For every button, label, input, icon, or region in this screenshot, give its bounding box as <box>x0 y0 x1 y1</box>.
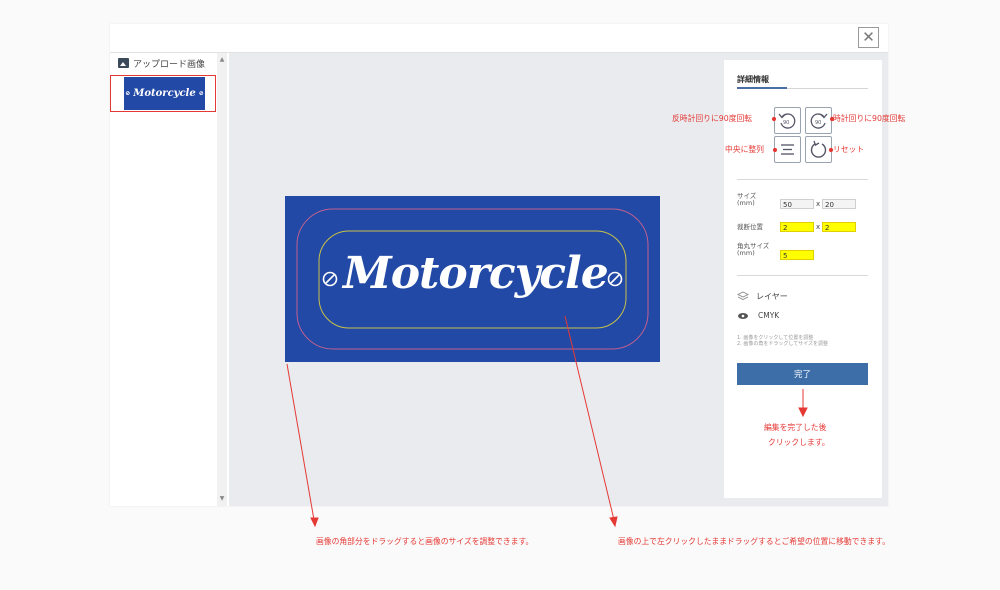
cmyk-row[interactable]: CMYK <box>737 311 779 320</box>
annotation-rotate-ccw: 反時計回りに90度回転 <box>672 114 753 123</box>
annotation-center: 中央に整列 <box>725 145 764 154</box>
close-icon: ✕ <box>862 28 875 46</box>
hint-line-2: 2. 画像の角をドラッグしてサイズを調整 <box>737 341 829 347</box>
name-plate-image[interactable]: Motorcycle <box>285 196 660 362</box>
size-height-input[interactable]: 20 <box>822 199 856 209</box>
upload-header-label: アップロード画像 <box>133 59 206 70</box>
crop-y-input[interactable]: 2 <box>822 222 856 232</box>
corner-radius-label: 角丸サイズ (mm) <box>737 242 770 257</box>
reset-icon <box>810 140 827 158</box>
upload-header: アップロード画像 <box>118 56 205 70</box>
size-label: サイズ (mm) <box>737 192 757 207</box>
thumbnail-text: Motorcycle <box>133 88 196 99</box>
cmyk-label: CMYK <box>758 311 780 320</box>
uploaded-image-thumbnail[interactable]: ⊘ Motorcycle ⊘ <box>124 77 205 110</box>
crop-x-input[interactable]: 2 <box>780 222 814 232</box>
eye-icon <box>738 312 748 319</box>
details-title-underline <box>737 87 787 89</box>
left-screw-icon <box>322 271 338 287</box>
section-divider-1 <box>737 179 868 180</box>
size-width-input[interactable]: 50 <box>780 199 814 209</box>
details-title: 詳細情報 <box>737 75 769 84</box>
upload-scrollbar[interactable] <box>217 53 227 506</box>
annotation-reset: リセット <box>833 145 865 154</box>
done-button[interactable]: 完了 <box>737 363 868 385</box>
scroll-up-arrow-icon[interactable]: ▲ <box>218 56 226 64</box>
crop-separator: x <box>816 223 821 231</box>
layer-label: レイヤー <box>756 292 788 301</box>
right-screw-icon <box>607 271 623 287</box>
done-button-label: 完了 <box>793 370 811 380</box>
center-align-icon <box>781 144 794 155</box>
rotate-ccw-button[interactable]: 90 <box>774 107 801 134</box>
corner-radius-input[interactable]: 5 <box>780 250 814 260</box>
layers-icon <box>737 291 749 301</box>
image-icon <box>118 58 129 68</box>
center-align-button[interactable] <box>774 136 801 163</box>
usage-hint: 1. 画像をクリックして位置を調整 2. 画像の角をドラッグしてサイズを調整 <box>737 335 877 347</box>
scroll-down-arrow-icon[interactable]: ▼ <box>218 495 226 503</box>
annotation-done-note-2: クリックします。 <box>768 438 830 447</box>
plate-text: Motorcycle <box>343 248 609 299</box>
annotation-rotate-cw: 時計回りに90度回転 <box>833 114 906 123</box>
upload-panel <box>110 53 218 506</box>
rotate-cw-value: 90 <box>815 120 822 126</box>
details-title-rule <box>787 88 868 89</box>
size-separator: x <box>816 200 821 208</box>
annotation-move-drag: 画像の上で左クリックしたままドラッグするとご希望の位置に移動できます。 <box>618 537 890 546</box>
close-button[interactable]: ✕ <box>858 27 879 48</box>
layer-row[interactable]: レイヤー <box>737 291 788 302</box>
annotation-corner-drag: 画像の角部分をドラッグすると画像のサイズを調整できます。 <box>316 537 534 546</box>
annotation-done-note-1: 編集を完了した後 <box>764 423 827 432</box>
rotate-cw-button[interactable]: 90 <box>805 107 832 134</box>
rotate-ccw-value: 90 <box>783 120 790 126</box>
reset-button[interactable] <box>805 136 832 163</box>
crop-position-label: 裁断位置 <box>737 223 763 231</box>
section-divider-2 <box>737 275 868 276</box>
